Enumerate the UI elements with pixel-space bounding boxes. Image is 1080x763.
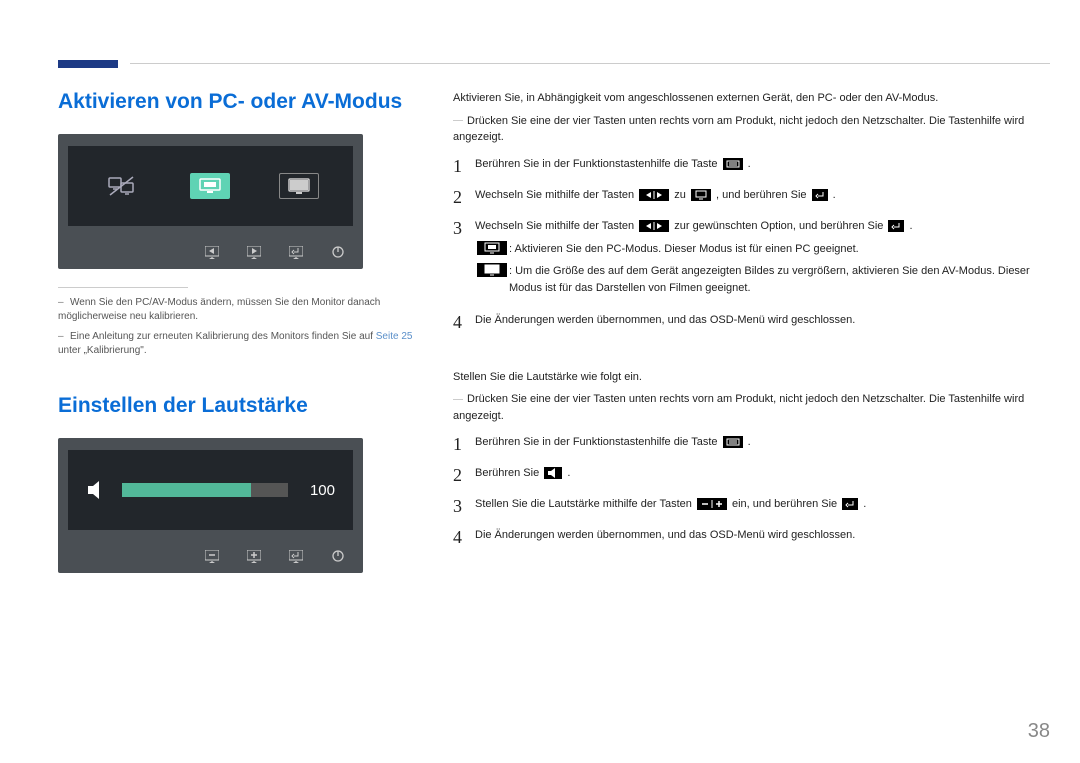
enter-icon: [842, 498, 858, 510]
page-content: Aktivieren von PC- oder AV-Modus: [58, 90, 1050, 591]
volume-bar: [122, 483, 288, 497]
speaker-icon: [544, 467, 562, 479]
plus-icon: [247, 550, 261, 564]
right-arrow-icon: [247, 246, 261, 260]
section1-steps: 1 Berühren Sie in der Funktionstastenhil…: [453, 156, 1050, 333]
left-column: Aktivieren von PC- oder AV-Modus: [58, 90, 428, 591]
footnote-1: –Wenn Sie den PC/AV-Modus ändern, müssen…: [58, 296, 428, 324]
section1-heading: Aktivieren von PC- oder AV-Modus: [58, 90, 428, 114]
step3-sub2: : Um die Größe des auf dem Gerät angezei…: [475, 263, 1050, 298]
power-icon: [331, 550, 345, 564]
step-num-1: 1: [453, 156, 475, 177]
osd-bottom-keys: [58, 237, 363, 269]
footnote-rule: [58, 287, 188, 288]
step-4: 4 Die Änderungen werden übernommen, und …: [453, 312, 1050, 333]
av-mode-icon: [477, 263, 507, 277]
osd-bottom-keys-2: [58, 541, 363, 573]
page-number: 38: [1028, 720, 1050, 743]
minus-icon: [205, 550, 219, 564]
osd-volume-illustration: 100: [58, 438, 363, 573]
minus-plus-icon: [697, 498, 727, 510]
step-num-2: 2: [453, 187, 475, 208]
section2-left: Einstellen der Lautstärke 100: [58, 394, 428, 573]
menu-icon: [723, 436, 743, 448]
osd-mode-row: [68, 146, 353, 226]
step-num-4: 4: [453, 312, 475, 333]
power-icon: [331, 246, 345, 260]
section2-steps: 1 Berühren Sie in der Funktionstastenhil…: [453, 434, 1050, 548]
volume-fill: [122, 483, 251, 497]
step-1: 1 Berühren Sie in der Funktionstastenhil…: [453, 156, 1050, 177]
left-right-icon: [639, 189, 669, 201]
pc-mode-icon: [477, 241, 507, 255]
pc-icon: [691, 189, 711, 201]
step-num-3: 3: [453, 218, 475, 239]
mode-icon-disabled: [102, 173, 142, 199]
section2-hint: Drücken Sie eine der vier Tasten unten r…: [453, 391, 1050, 424]
s2-step-3: 3 Stellen Sie die Lautstärke mithilfe de…: [453, 496, 1050, 517]
section1-hint: Drücken Sie eine der vier Tasten unten r…: [453, 113, 1050, 146]
step-2: 2 Wechseln Sie mithilfe der Tasten zu , …: [453, 187, 1050, 208]
mode-icon-av: [279, 173, 319, 199]
enter-icon: [812, 189, 828, 201]
page-rule: [130, 63, 1050, 64]
osd-mode-illustration: [58, 134, 363, 269]
osd-volume-row: 100: [68, 450, 353, 530]
enter-icon: [888, 220, 904, 232]
enter-icon: [289, 550, 303, 564]
speaker-icon: [86, 479, 110, 501]
section1-intro: Aktivieren Sie, in Abhängigkeit vom ange…: [453, 90, 1050, 107]
page-accent-bar: [58, 60, 118, 68]
section2-right: Stellen Sie die Lautstärke wie folgt ein…: [453, 369, 1050, 549]
mode-icon-pc-selected: [190, 173, 230, 199]
step-3: 3 Wechseln Sie mithilfe der Tasten zur g…: [453, 218, 1050, 302]
section2-intro: Stellen Sie die Lautstärke wie folgt ein…: [453, 369, 1050, 386]
left-arrow-icon: [205, 246, 219, 260]
s2-step-2: 2 Berühren Sie .: [453, 465, 1050, 486]
left-right-icon: [639, 220, 669, 232]
link-seite25[interactable]: Seite 25: [376, 331, 413, 342]
step3-sub1: : Aktivieren Sie den PC-Modus. Dieser Mo…: [475, 241, 1050, 259]
right-column: Aktivieren Sie, in Abhängigkeit vom ange…: [428, 90, 1050, 591]
s2-step-4: 4 Die Änderungen werden übernommen, und …: [453, 527, 1050, 548]
menu-icon: [723, 158, 743, 170]
footnote-2: –Eine Anleitung zur erneuten Kalibrierun…: [58, 330, 428, 358]
enter-icon: [289, 246, 303, 260]
s2-step-1: 1 Berühren Sie in der Funktionstastenhil…: [453, 434, 1050, 455]
volume-value: 100: [310, 482, 335, 499]
section2-heading: Einstellen der Lautstärke: [58, 394, 428, 418]
